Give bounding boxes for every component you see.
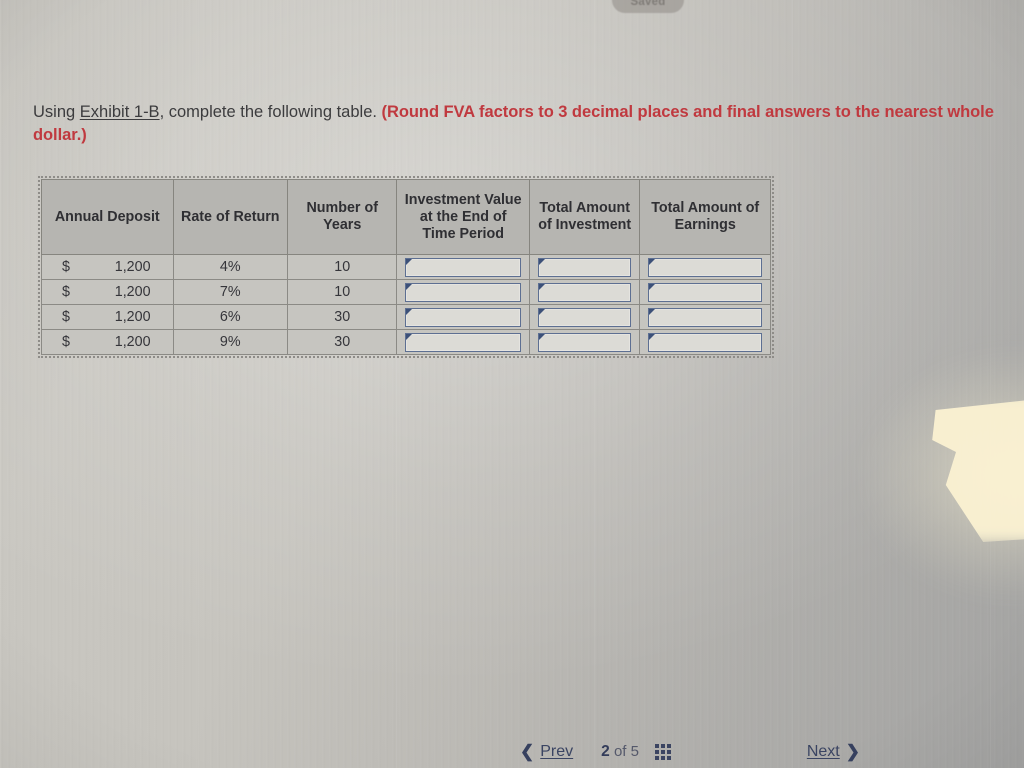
table-header-row: Annual Deposit Rate of Return Number of …: [41, 179, 771, 255]
cell-comment-marker-icon: [538, 283, 545, 290]
cell-input-total-amount-investment: [528, 279, 641, 305]
currency-symbol: $: [62, 334, 70, 350]
future-value-table: Annual Deposit Rate of Return Number of …: [41, 179, 771, 355]
cell-comment-marker-icon: [406, 283, 413, 290]
cell-comment-marker-icon: [538, 308, 545, 315]
current-page-number: 2: [601, 743, 610, 760]
cell-input-total-amount-earnings: [639, 254, 771, 280]
prev-button[interactable]: Prev: [540, 743, 573, 761]
input-total-amount-earnings[interactable]: [648, 257, 762, 277]
input-total-amount-earnings[interactable]: [648, 332, 762, 352]
cell-input-total-amount-earnings: [639, 279, 771, 305]
instruction-middle: , complete the following table.: [159, 103, 382, 121]
cell-input-total-amount-investment: [528, 254, 641, 280]
cell-annual-deposit: $1,200: [41, 279, 174, 305]
annual-deposit-value: 1,200: [114, 284, 151, 300]
cell-number-of-years: 10: [286, 254, 398, 280]
page-indicator: 2 of 5: [601, 743, 639, 761]
input-total-amount-earnings[interactable]: [648, 282, 762, 302]
cell-input-total-amount-investment: [528, 304, 641, 330]
cell-comment-marker-icon: [649, 258, 656, 265]
input-investment-value-end[interactable]: [405, 282, 521, 302]
cell-number-of-years: 30: [286, 329, 398, 355]
page-separator-label: of: [613, 743, 627, 760]
cell-input-total-amount-earnings: [639, 329, 771, 355]
cell-rate-of-return: 6%: [172, 304, 289, 330]
column-header-rate-of-return: Rate of Return: [172, 179, 289, 255]
cell-comment-marker-icon: [406, 308, 413, 315]
table-row: $1,200 9% 30: [41, 329, 771, 355]
annual-deposit-value: 1,200: [114, 259, 151, 275]
column-header-annual-deposit: Annual Deposit: [41, 179, 174, 255]
cell-annual-deposit: $1,200: [41, 329, 174, 355]
cell-annual-deposit: $1,200: [41, 254, 174, 280]
cell-annual-deposit: $1,200: [41, 304, 174, 330]
input-total-amount-earnings[interactable]: [648, 307, 762, 327]
grid-menu-icon[interactable]: [654, 744, 671, 760]
input-total-amount-investment[interactable]: [537, 307, 632, 327]
input-investment-value-end[interactable]: [405, 332, 521, 352]
cell-input-total-amount-earnings: [639, 304, 771, 330]
chevron-right-icon[interactable]: ❯: [846, 742, 860, 762]
column-header-total-amount-investment: Total Amount of Investment: [528, 179, 641, 255]
exhibit-link[interactable]: Exhibit 1-B: [80, 103, 160, 121]
cell-rate-of-return: 9%: [172, 329, 289, 355]
annual-deposit-value: 1,200: [114, 334, 151, 350]
currency-symbol: $: [62, 284, 70, 300]
input-total-amount-investment[interactable]: [537, 332, 632, 352]
cell-comment-marker-icon: [538, 258, 545, 265]
table-row: $1,200 6% 30: [41, 304, 771, 330]
input-investment-value-end[interactable]: [405, 257, 521, 277]
column-header-total-amount-earnings: Total Amount of Earnings: [639, 179, 771, 255]
input-total-amount-investment[interactable]: [537, 282, 632, 302]
future-value-table-container: Annual Deposit Rate of Return Number of …: [38, 176, 774, 358]
cell-number-of-years: 30: [286, 304, 398, 330]
instruction-text: Using Exhibit 1-B, complete the followin…: [33, 101, 1024, 147]
cell-input-investment-value-end: [396, 279, 530, 305]
cell-rate-of-return: 4%: [172, 254, 289, 280]
chevron-left-icon[interactable]: ❮: [520, 742, 534, 762]
column-header-number-of-years: Number of Years: [286, 179, 398, 255]
annual-deposit-value: 1,200: [114, 309, 151, 325]
table-row: $1,200 4% 10: [41, 254, 771, 280]
cell-number-of-years: 10: [286, 279, 398, 305]
cell-input-investment-value-end: [396, 329, 530, 355]
instruction-prefix: Using: [33, 103, 80, 121]
cell-comment-marker-icon: [649, 333, 656, 340]
cell-comment-marker-icon: [406, 333, 413, 340]
currency-symbol: $: [62, 309, 70, 325]
cell-input-total-amount-investment: [528, 329, 641, 355]
status-badge: Saved: [612, 0, 684, 13]
cell-rate-of-return: 7%: [172, 279, 289, 305]
input-investment-value-end[interactable]: [405, 307, 521, 327]
cell-comment-marker-icon: [649, 308, 656, 315]
cell-comment-marker-icon: [538, 333, 545, 340]
table-row: $1,200 7% 10: [41, 279, 771, 305]
column-header-investment-value-end: Investment Value at the End of Time Peri…: [396, 179, 530, 255]
input-total-amount-investment[interactable]: [537, 257, 632, 277]
next-button[interactable]: Next: [807, 743, 840, 761]
cell-input-investment-value-end: [396, 254, 530, 280]
total-pages-number: 5: [630, 743, 639, 760]
cell-comment-marker-icon: [649, 283, 656, 290]
currency-symbol: $: [62, 259, 70, 275]
cell-input-investment-value-end: [396, 304, 530, 330]
cell-comment-marker-icon: [406, 258, 413, 265]
pagination-navigation: ❮ Prev 2 of 5 Next ❯: [520, 738, 860, 766]
